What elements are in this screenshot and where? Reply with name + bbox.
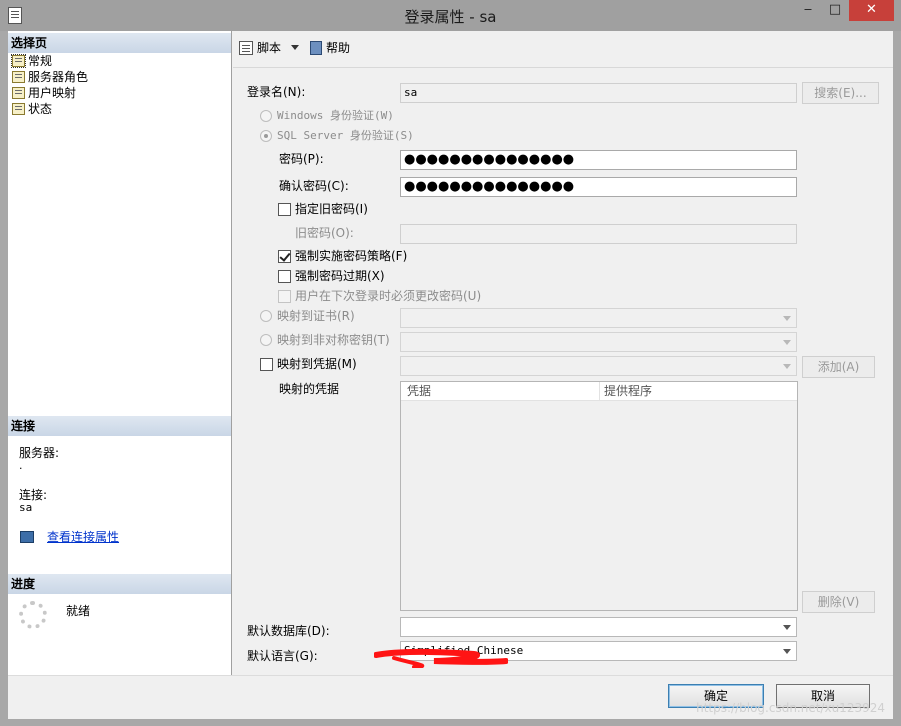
page-icon	[12, 87, 25, 99]
right-pane: 脚本 帮助 登录名(N): sa 搜索(E)... Windows 身份验证(W…	[232, 31, 893, 676]
password-label: 密码(P):	[279, 152, 324, 166]
map-certificate-radio[interactable]	[260, 310, 272, 322]
default-language-label: 默认语言(G):	[247, 649, 318, 663]
page-status-label: 状态	[28, 102, 53, 116]
map-credential-label: 映射到凭据(M)	[277, 357, 357, 371]
script-icon	[239, 41, 253, 55]
toolbar: 脚本 帮助	[232, 31, 893, 65]
page-user-mapping-label: 用户映射	[28, 86, 77, 100]
login-name-field[interactable]: sa	[400, 83, 797, 103]
sql-auth-radio[interactable]	[260, 130, 272, 142]
asymmetric-key-combo[interactable]	[400, 332, 797, 352]
windows-auth-radio[interactable]	[260, 110, 272, 122]
password-field[interactable]: ●●●●●●●●●●●●●●●	[400, 150, 797, 170]
page-server-roles[interactable]: 服务器角色	[12, 69, 88, 85]
map-asymmetric-key-label: 映射到非对称密钥(T)	[277, 333, 390, 347]
page-status[interactable]: 状态	[12, 101, 52, 117]
left-pane: 选择页 常规 服务器角色 用户映射 状态 连接 服务器: . 连接: sa 查看…	[8, 31, 232, 675]
mapped-credentials-grid[interactable]: 凭据 提供程序	[400, 381, 798, 611]
specify-old-password-checkbox[interactable]	[278, 203, 291, 216]
view-connection-properties-link[interactable]: 查看连接属性	[47, 529, 119, 545]
watermark: https://blog.csdn.net/xu123924	[696, 701, 885, 715]
page-server-roles-label: 服务器角色	[28, 70, 89, 84]
dialog-footer: 确定 取消 https://blog.csdn.net/xu123924	[8, 675, 893, 719]
chevron-down-icon	[783, 340, 791, 345]
page-icon	[12, 71, 25, 83]
confirm-password-label: 确认密码(C):	[279, 179, 349, 193]
progress-status: 就绪	[66, 604, 91, 618]
help-button[interactable]: 帮助	[310, 40, 350, 56]
dialog-client: 选择页 常规 服务器角色 用户映射 状态 连接 服务器: . 连接: sa 查看…	[8, 31, 893, 719]
script-label: 脚本	[257, 41, 282, 55]
grid-column-credential[interactable]: 凭据	[407, 383, 431, 399]
page-general[interactable]: 常规	[11, 53, 53, 69]
windows-auth-label: Windows 身份验证(W)	[277, 109, 394, 122]
enforce-password-policy-checkbox[interactable]	[278, 250, 291, 263]
redaction-scribble	[374, 648, 508, 668]
chevron-down-icon	[783, 625, 791, 630]
page-general-label: 常规	[28, 54, 53, 68]
chevron-down-icon	[783, 649, 791, 654]
help-icon	[310, 41, 322, 55]
grid-column-provider[interactable]: 提供程序	[604, 383, 652, 399]
enforce-expiration-label: 强制密码过期(X)	[295, 269, 385, 283]
title-bar: 登录属性 - sa ‒ □ ✕	[0, 0, 901, 31]
script-button[interactable]: 脚本	[239, 40, 300, 56]
map-credential-checkbox[interactable]	[260, 358, 273, 371]
must-change-password-checkbox[interactable]	[278, 290, 291, 303]
connection-value: sa	[19, 501, 33, 514]
page-icon	[11, 54, 26, 68]
connection-properties-icon	[20, 531, 34, 543]
login-name-label: 登录名(N):	[247, 85, 306, 99]
chevron-down-icon	[783, 364, 791, 369]
sql-auth-label: SQL Server 身份验证(S)	[277, 129, 414, 142]
grid-column-divider	[599, 382, 600, 400]
chevron-down-icon	[783, 316, 791, 321]
remove-credential-button[interactable]: 删除(V)	[802, 591, 875, 613]
default-database-combo[interactable]	[400, 617, 797, 637]
map-certificate-label: 映射到证书(R)	[277, 309, 355, 323]
chevron-down-icon	[291, 45, 300, 50]
search-button[interactable]: 搜索(E)...	[802, 82, 879, 104]
add-credential-button[interactable]: 添加(A)	[802, 356, 875, 378]
server-value: .	[19, 459, 23, 472]
specify-old-password-label: 指定旧密码(I)	[295, 202, 368, 216]
maximize-button[interactable]: □	[822, 0, 848, 21]
progress-spinner-icon	[19, 601, 47, 629]
must-change-password-label: 用户在下次登录时必须更改密码(U)	[295, 289, 482, 303]
enforce-expiration-checkbox[interactable]	[278, 270, 291, 283]
minimize-button[interactable]: ‒	[795, 0, 821, 21]
window-title: 登录属性 - sa	[404, 8, 497, 26]
map-asymmetric-key-radio[interactable]	[260, 334, 272, 346]
mapped-credentials-label: 映射的凭据	[279, 382, 340, 396]
credential-combo[interactable]	[400, 356, 797, 376]
connection-header: 连接	[8, 416, 231, 436]
page-icon	[12, 103, 25, 115]
server-label: 服务器:	[19, 446, 60, 460]
general-form: 登录名(N): sa 搜索(E)... Windows 身份验证(W) SQL …	[233, 67, 893, 676]
grid-header: 凭据 提供程序	[401, 382, 797, 401]
close-button[interactable]: ✕	[849, 0, 894, 21]
confirm-password-field[interactable]: ●●●●●●●●●●●●●●●	[400, 177, 797, 197]
page-user-mapping[interactable]: 用户映射	[12, 85, 76, 101]
help-label: 帮助	[326, 41, 351, 55]
select-page-header: 选择页	[8, 33, 231, 53]
enforce-password-policy-label: 强制实施密码策略(F)	[295, 249, 408, 263]
progress-header: 进度	[8, 574, 231, 594]
old-password-label: 旧密码(O):	[295, 226, 354, 240]
default-database-label: 默认数据库(D):	[247, 624, 330, 638]
certificate-combo[interactable]	[400, 308, 797, 328]
old-password-field[interactable]	[400, 224, 797, 244]
